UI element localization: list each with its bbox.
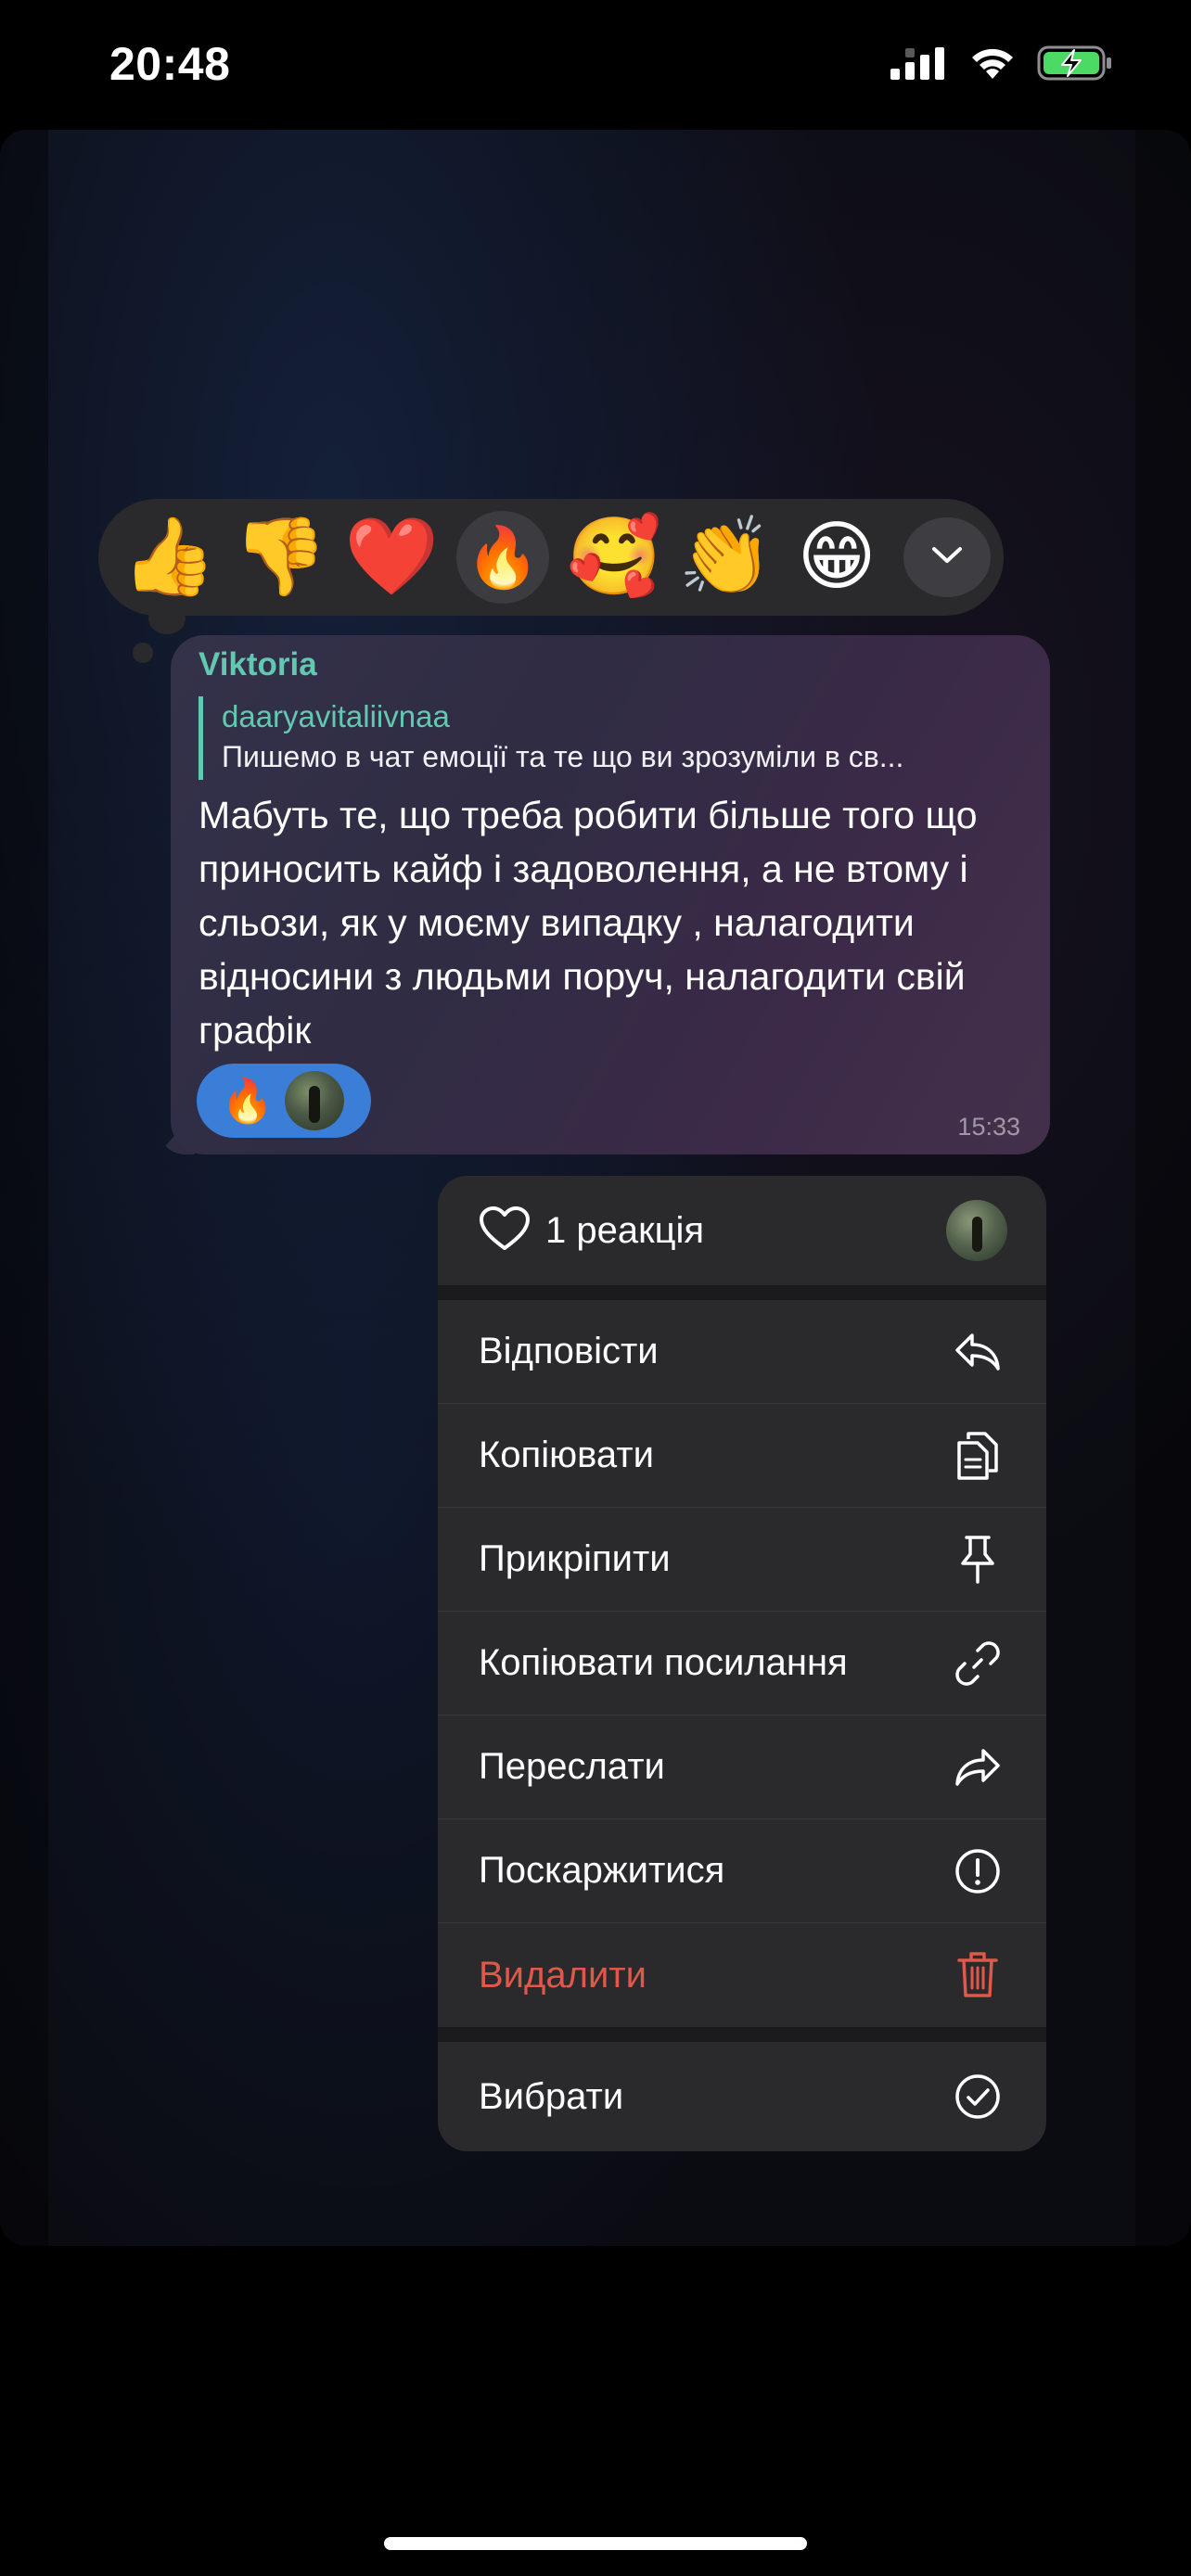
context-menu: 1 реакція Відповісти Копіювати Прикріпит… bbox=[438, 1176, 1046, 2151]
picker-tail-dot-small bbox=[133, 643, 153, 663]
copy-icon bbox=[952, 1430, 1004, 1482]
menu-item-label: Відповісти bbox=[479, 1331, 659, 1371]
menu-item-copy-link[interactable]: Копіювати посилання bbox=[438, 1612, 1046, 1715]
menu-item-label: Видалити bbox=[479, 1954, 647, 1996]
menu-item-label: Поскаржитися bbox=[479, 1850, 725, 1891]
heart-outline-icon bbox=[479, 1205, 531, 1256]
message-sender[interactable]: Viktoria bbox=[198, 646, 317, 683]
reaction-smiling-face-with-hearts[interactable]: 🥰 bbox=[558, 509, 670, 606]
status-bar: 20:48 bbox=[0, 0, 1191, 130]
reaction-thumbs-down[interactable]: 👎 bbox=[224, 509, 336, 606]
reaction-beaming-face[interactable]: 😁 bbox=[781, 509, 892, 606]
menu-item-label: Копіювати bbox=[479, 1435, 654, 1475]
reaction-picker: 👍 👎 ❤️ 🔥 🥰 👏 😁 bbox=[98, 499, 1004, 616]
clapping-hands-emoji: 👏 bbox=[677, 515, 774, 599]
link-icon bbox=[952, 1638, 1004, 1690]
reaction-red-heart[interactable]: ❤️ bbox=[336, 509, 447, 606]
menu-item-label: Переслати bbox=[479, 1746, 665, 1787]
menu-item-pin[interactable]: Прикріпити bbox=[438, 1508, 1046, 1612]
checkmark-circle-icon bbox=[952, 2071, 1004, 2123]
menu-separator bbox=[438, 2027, 1046, 2042]
reply-quote[interactable]: daaryavitaliivnaa Пишемо в чат емоції та… bbox=[198, 696, 1015, 780]
home-indicator[interactable] bbox=[384, 2537, 807, 2550]
reactions-summary-row[interactable]: 1 реакція bbox=[438, 1176, 1046, 1285]
reactions-count-label: 1 реакція bbox=[545, 1209, 705, 1251]
menu-item-report[interactable]: Поскаржитися bbox=[438, 1819, 1046, 1923]
menu-separator bbox=[438, 1285, 1046, 1300]
menu-item-select[interactable]: Вибрати bbox=[438, 2042, 1046, 2151]
reaction-clapping-hands[interactable]: 👏 bbox=[670, 509, 781, 606]
pin-icon bbox=[952, 1534, 1004, 1586]
menu-item-copy[interactable]: Копіювати bbox=[438, 1404, 1046, 1508]
trash-icon bbox=[952, 1949, 1004, 2001]
menu-item-delete[interactable]: Видалити bbox=[438, 1923, 1046, 2027]
cellular-signal-icon bbox=[890, 46, 948, 84]
reply-text: Пишемо в чат емоції та те що ви зрозуміл… bbox=[222, 740, 904, 773]
message-bubble[interactable]: Viktoria daaryavitaliivnaa Пишемо в чат … bbox=[171, 635, 1050, 1154]
status-icons bbox=[890, 45, 1113, 86]
report-icon bbox=[952, 1845, 1004, 1897]
reaction-fire[interactable]: 🔥 bbox=[447, 509, 558, 606]
fire-emoji: 🔥 bbox=[221, 1077, 275, 1125]
menu-item-label: Вибрати bbox=[479, 2075, 624, 2117]
reactor-avatar bbox=[285, 1071, 345, 1130]
menu-item-label: Прикріпити bbox=[479, 1538, 671, 1579]
wifi-icon bbox=[968, 45, 1017, 85]
forward-icon bbox=[952, 1741, 1004, 1793]
thumbs-up-emoji: 👍 bbox=[121, 515, 217, 599]
message-timestamp: 15:33 bbox=[957, 1113, 1020, 1141]
smiling-face-with-hearts-emoji: 🥰 bbox=[566, 515, 662, 599]
menu-item-label: Копіювати посилання bbox=[479, 1642, 848, 1683]
beaming-face-emoji: 😁 bbox=[797, 515, 877, 599]
message-text: Мабуть те, що треба робити більше того щ… bbox=[198, 794, 978, 1052]
reply-icon bbox=[952, 1326, 1004, 1378]
reactor-avatar bbox=[946, 1200, 1007, 1261]
message-reaction-pill[interactable]: 🔥 bbox=[197, 1064, 371, 1138]
reply-author: daaryavitaliivnaa bbox=[222, 699, 450, 733]
thumbs-down-emoji: 👎 bbox=[232, 515, 328, 599]
red-heart-emoji: ❤️ bbox=[343, 515, 440, 599]
menu-item-reply[interactable]: Відповісти bbox=[438, 1300, 1046, 1404]
menu-actions-list: Відповісти Копіювати Прикріпити Копіюват… bbox=[438, 1300, 1046, 2027]
battery-charging-icon bbox=[1037, 45, 1113, 86]
menu-item-forward[interactable]: Переслати bbox=[438, 1715, 1046, 1819]
status-time: 20:48 bbox=[109, 38, 231, 90]
fire-emoji: 🔥 bbox=[456, 511, 549, 604]
reaction-thumbs-up[interactable]: 👍 bbox=[113, 509, 224, 606]
picker-tail-dot bbox=[148, 603, 186, 634]
chevron-down-icon bbox=[930, 545, 964, 570]
expand-reactions-button[interactable] bbox=[903, 517, 991, 597]
